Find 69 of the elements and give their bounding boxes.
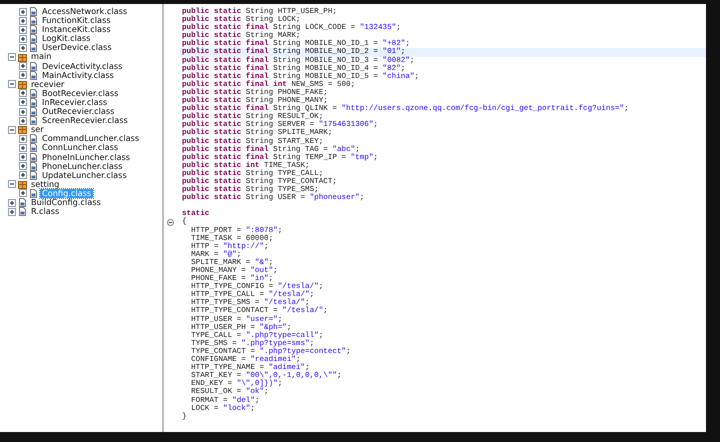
tree-item[interactable]: main xyxy=(29,52,54,62)
class-file-icon xyxy=(29,34,38,44)
class-file-icon xyxy=(29,162,38,171)
class-file-icon xyxy=(29,116,38,126)
tree-item[interactable]: AccessNetwork.class xyxy=(40,7,130,16)
expand-icon[interactable] xyxy=(19,98,27,106)
class-file-icon xyxy=(29,70,38,80)
collapse-icon[interactable] xyxy=(8,80,16,88)
class-file-icon xyxy=(18,207,27,216)
tree-item[interactable]: OutRecevier.class xyxy=(40,107,116,116)
tree-item[interactable]: InRecevier.class xyxy=(40,98,110,108)
expand-icon[interactable] xyxy=(19,171,27,180)
class-file-icon xyxy=(29,25,38,34)
expand-icon[interactable] xyxy=(19,44,27,52)
tree-item[interactable]: PhoneLuncher.class xyxy=(40,162,124,171)
class-file-icon xyxy=(29,62,38,71)
class-file-icon xyxy=(18,198,27,208)
tree-item[interactable]: FunctionKit.class xyxy=(40,16,113,26)
tree-item[interactable]: setting xyxy=(29,180,62,189)
package-icon xyxy=(18,52,27,62)
expand-icon[interactable] xyxy=(8,198,16,207)
expand-icon[interactable] xyxy=(19,153,27,162)
tree-item[interactable]: R.class xyxy=(29,207,62,216)
expand-icon[interactable] xyxy=(19,71,27,80)
expand-icon[interactable] xyxy=(19,144,27,152)
expand-icon[interactable] xyxy=(19,8,27,16)
class-file-icon xyxy=(29,170,38,180)
tree-item[interactable]: recevier xyxy=(29,80,66,89)
tree-item[interactable]: DeviceActivity.class xyxy=(40,62,124,71)
class-file-icon xyxy=(29,152,38,162)
tree-item[interactable]: BuildConfig.class xyxy=(29,198,103,208)
tree-item[interactable]: ScreenRecevier.class xyxy=(40,116,130,126)
package-icon xyxy=(18,180,27,189)
class-file-icon xyxy=(29,43,38,52)
expand-icon[interactable] xyxy=(19,34,27,43)
tree-item[interactable]: BootRecevier.class xyxy=(40,88,120,98)
class-file-icon xyxy=(29,98,38,107)
tree-item[interactable]: PhoneInLuncher.class xyxy=(40,152,132,162)
class-file-icon xyxy=(29,188,38,198)
tree-item[interactable]: InstanceKit.class xyxy=(40,25,113,34)
class-file-icon xyxy=(29,88,38,98)
tree-item[interactable]: UpdateLuncher.class xyxy=(40,170,129,180)
expand-icon[interactable] xyxy=(19,116,27,125)
tree-item[interactable]: MainActivity.class xyxy=(40,70,116,80)
class-file-icon xyxy=(29,107,38,116)
expand-icon[interactable] xyxy=(19,108,27,116)
tree-item[interactable]: ser xyxy=(29,125,46,134)
package-icon xyxy=(18,125,27,134)
collapse-icon[interactable] xyxy=(8,126,16,134)
expand-icon[interactable] xyxy=(19,162,27,170)
expand-icon[interactable] xyxy=(8,208,16,216)
tree-item[interactable]: ConnLuncher.class xyxy=(40,143,120,152)
tree-item[interactable]: UserDevice.class xyxy=(40,43,114,52)
package-icon xyxy=(18,80,27,89)
expand-icon[interactable] xyxy=(19,134,27,143)
expand-icon[interactable] xyxy=(19,189,27,198)
class-file-icon xyxy=(29,143,38,152)
tree-item[interactable]: CommandLuncher.class xyxy=(40,134,142,144)
collapse-icon[interactable] xyxy=(8,53,16,62)
expand-icon[interactable] xyxy=(19,62,27,70)
collapse-icon[interactable] xyxy=(8,180,16,188)
tree-item[interactable]: LogKit.class xyxy=(40,34,92,44)
class-file-icon xyxy=(29,7,38,16)
class-file-icon xyxy=(29,134,38,144)
expand-icon[interactable] xyxy=(19,89,27,98)
fold-icon[interactable] xyxy=(167,218,174,226)
expand-icon[interactable] xyxy=(19,16,27,25)
class-file-icon xyxy=(29,16,38,26)
expand-icon[interactable] xyxy=(19,26,27,34)
